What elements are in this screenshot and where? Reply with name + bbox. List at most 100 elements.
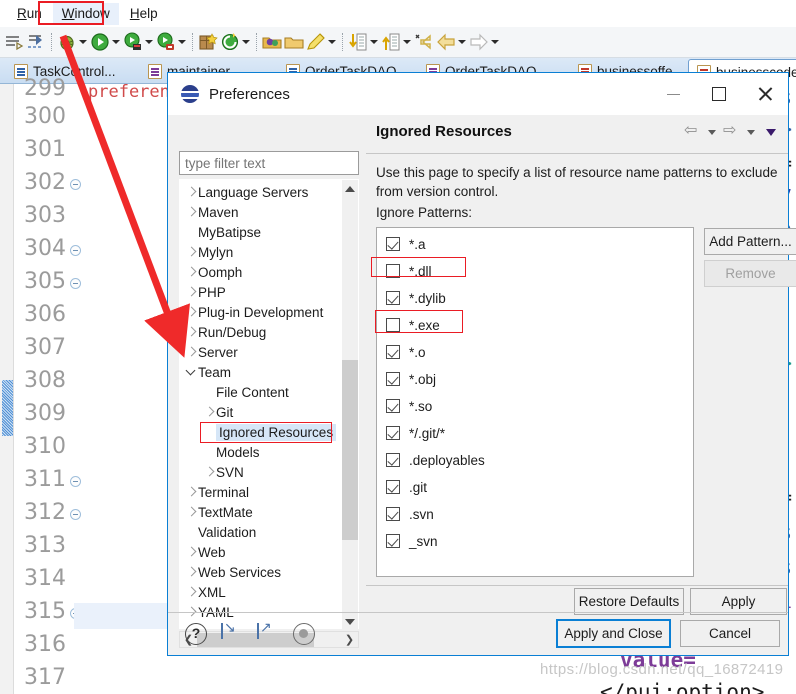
fold-marker[interactable] [70, 509, 81, 520]
preference-tree[interactable]: Language Servers Maven MyBatipse Mylyn O… [179, 179, 359, 630]
skip-breakpoints-icon[interactable] [3, 31, 25, 53]
chevron-right-icon[interactable] [184, 582, 198, 603]
tree-scroll-thumb[interactable] [342, 360, 358, 540]
list-item[interactable]: .deployables [377, 448, 485, 472]
last-edit-location-icon[interactable] [413, 31, 435, 53]
editor-left-gutter[interactable] [0, 84, 14, 694]
chevron-right-icon[interactable] [184, 202, 198, 223]
tree-item-plug-in-development[interactable]: Plug-in Development [184, 302, 323, 323]
checkbox-checked-icon[interactable] [386, 237, 400, 251]
minimize-icon[interactable] [650, 73, 696, 115]
tree-vertical-scrollbar[interactable] [342, 180, 358, 630]
apply-button[interactable]: Apply [690, 588, 787, 615]
maximize-icon[interactable] [696, 73, 742, 115]
chevron-right-icon[interactable] [184, 262, 198, 283]
fold-marker[interactable] [70, 179, 81, 190]
list-item[interactable]: *.obj [377, 367, 436, 391]
tree-item-web[interactable]: Web [184, 542, 226, 563]
tree-item-svn[interactable]: SVN [202, 462, 244, 483]
back-arrow-icon[interactable] [684, 120, 701, 140]
chevron-right-icon[interactable] [202, 462, 216, 483]
pencil-dropdown-arrow[interactable] [327, 32, 338, 52]
chevron-right-icon[interactable] [184, 562, 198, 583]
run-as-dropdown-arrow[interactable] [177, 32, 188, 52]
run-server-dropdown-arrow[interactable] [144, 32, 155, 52]
list-item[interactable]: *.exe [377, 313, 440, 337]
tree-item-git[interactable]: Git [202, 402, 233, 423]
filter-input[interactable] [179, 151, 359, 175]
previous-annotation-icon[interactable] [380, 31, 402, 53]
chevron-right-icon[interactable] [202, 402, 216, 423]
checkbox-checked-icon[interactable] [386, 291, 400, 305]
chevron-right-icon[interactable] [184, 302, 198, 323]
tree-item-mylyn[interactable]: Mylyn [184, 242, 233, 263]
toggle-icon[interactable] [293, 623, 315, 645]
ignore-patterns-list[interactable]: *.a *.dll *.dylib *.exe *.o *.obj *.so *… [376, 227, 694, 577]
checkbox-checked-icon[interactable] [386, 426, 400, 440]
open-type-icon[interactable] [261, 31, 283, 53]
back-dropdown-arrow[interactable] [457, 32, 468, 52]
tree-item-language-servers[interactable]: Language Servers [184, 182, 308, 203]
help-icon[interactable]: ? [185, 623, 207, 645]
fold-marker[interactable] [70, 476, 81, 487]
run-server-icon[interactable] [122, 31, 144, 53]
add-pattern-button[interactable]: Add Pattern... [704, 228, 796, 255]
new-package-icon[interactable] [197, 31, 219, 53]
checkbox-checked-icon[interactable] [386, 399, 400, 413]
forward-icon[interactable] [468, 31, 490, 53]
menu-item-help[interactable]: Help [121, 3, 167, 25]
forward-arrow-icon[interactable] [723, 120, 740, 140]
checkbox-checked-icon[interactable] [386, 534, 400, 548]
tree-item-web-services[interactable]: Web Services [184, 562, 281, 583]
tree-item-xml[interactable]: XML [184, 582, 226, 603]
tree-item-run-debug[interactable]: Run/Debug [184, 322, 266, 343]
tree-item-file-content[interactable]: File Content [202, 382, 289, 403]
list-item[interactable]: *.o [377, 340, 426, 364]
checkbox-checked-icon[interactable] [386, 453, 400, 467]
list-item[interactable]: *.so [377, 394, 432, 418]
run-icon[interactable] [89, 31, 111, 53]
checkbox-checked-icon[interactable] [386, 507, 400, 521]
checkbox-checked-icon[interactable] [386, 372, 400, 386]
list-item[interactable]: .git [377, 475, 427, 499]
list-item[interactable]: *.a [377, 232, 426, 256]
tree-item-validation[interactable]: Validation [184, 522, 256, 543]
refresh-dropdown-arrow[interactable] [241, 32, 252, 52]
run-as-icon[interactable] [155, 31, 177, 53]
menu-item-window[interactable]: Window [52, 2, 119, 25]
pane-menu-icon[interactable] [766, 128, 776, 136]
list-item[interactable]: */.git/* [377, 421, 445, 445]
scroll-down-icon[interactable] [342, 613, 358, 630]
chevron-right-icon[interactable] [184, 282, 198, 303]
previous-annotation-dropdown-arrow[interactable] [402, 32, 413, 52]
chevron-right-icon[interactable] [184, 482, 198, 503]
back-icon[interactable] [435, 31, 457, 53]
debug-dropdown-arrow[interactable] [78, 32, 89, 52]
chevron-right-icon[interactable] [184, 182, 198, 203]
run-dropdown-arrow[interactable] [111, 32, 122, 52]
cancel-button[interactable]: Cancel [680, 620, 780, 647]
tree-item-maven[interactable]: Maven [184, 202, 239, 223]
open-resource-icon[interactable] [283, 31, 305, 53]
close-icon[interactable] [742, 73, 788, 115]
restore-defaults-button[interactable]: Restore Defaults [574, 588, 684, 615]
tree-item-textmate[interactable]: TextMate [184, 502, 253, 523]
chevron-down-icon[interactable] [184, 362, 198, 383]
forward-dropdown-arrow[interactable] [490, 32, 501, 52]
tree-item-team[interactable]: Team [184, 362, 231, 383]
tree-item-models[interactable]: Models [202, 442, 260, 463]
debug-icon[interactable] [56, 31, 78, 53]
import-icon[interactable] [221, 623, 243, 645]
list-item[interactable]: .svn [377, 502, 434, 526]
chevron-right-icon[interactable] [184, 242, 198, 263]
list-item[interactable]: *.dylib [377, 286, 446, 310]
menu-item-run[interactable]: Run [8, 3, 51, 25]
checkbox-checked-icon[interactable] [386, 480, 400, 494]
apply-and-close-button[interactable]: Apply and Close [556, 619, 671, 648]
tree-item-server[interactable]: Server [184, 342, 238, 363]
next-annotation-dropdown-arrow[interactable] [369, 32, 380, 52]
forward-dropdown-icon[interactable] [747, 129, 755, 135]
tree-item-mybatipse[interactable]: MyBatipse [184, 222, 261, 243]
next-annotation-icon[interactable] [347, 31, 369, 53]
list-item[interactable]: _svn [377, 529, 438, 553]
